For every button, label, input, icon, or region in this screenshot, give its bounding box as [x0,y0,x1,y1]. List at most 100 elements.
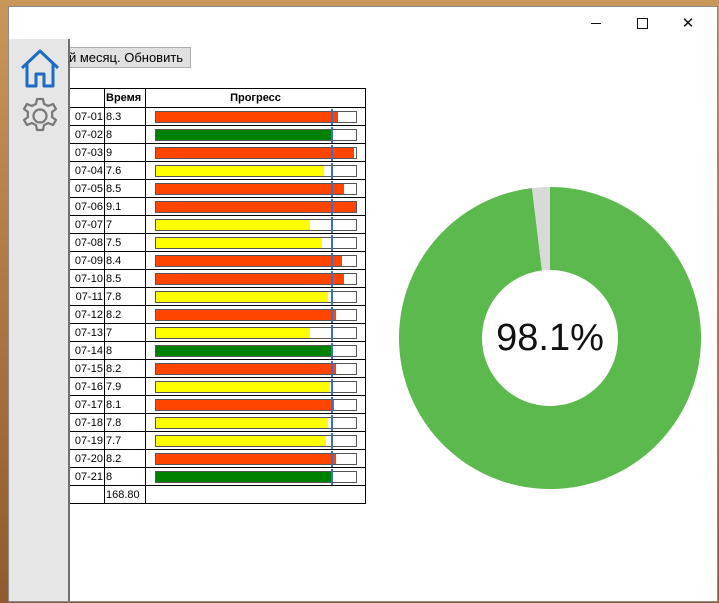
cell-progress [145,125,366,144]
table-row[interactable]: 07-06 9.1 [44,197,366,216]
table-row[interactable]: 07-11 7.8 [44,287,366,306]
cell-progress [145,269,366,288]
progress-fill [156,291,328,302]
progress-bar [155,342,357,359]
progress-bar [155,378,357,395]
table-row[interactable]: 07-17 8.1 [44,395,366,414]
cell-progress [145,431,366,450]
cell-progress [145,161,366,180]
progress-fill [156,183,344,194]
table-row[interactable]: 07-18 7.8 [44,413,366,432]
progress-fill [156,147,354,158]
cell-progress [145,179,366,198]
progress-fill [156,201,356,212]
progress-fill [156,309,336,320]
sidebar-item-settings[interactable] [18,95,62,139]
footer-empty [145,485,366,504]
table-row[interactable]: 07-21 8 [44,467,366,486]
progress-fill [156,165,324,176]
cell-progress [145,449,366,468]
target-marker [331,324,333,341]
table-row[interactable]: 07-09 8.4 [44,251,366,270]
progress-bar [155,324,357,341]
table-row[interactable]: 07-14 8 [44,341,366,360]
progress-bar [155,234,357,251]
target-marker [331,108,333,125]
cell-time: 7.8 [104,287,146,306]
cell-progress [145,377,366,396]
progress-bar [155,360,357,377]
table-row[interactable]: 07-20 8.2 [44,449,366,468]
cell-time: 8 [104,125,146,144]
cell-time: 8.4 [104,251,146,270]
footer-total: 168.80 [104,485,146,504]
title-bar: ✕ [9,7,717,39]
progress-bar [155,162,357,179]
target-marker [331,378,333,395]
hours-table: ата Время Прогресс 07-018.307-02807-0390… [44,88,366,504]
close-icon: ✕ [681,15,695,32]
progress-bar [155,126,357,143]
progress-fill [156,453,336,464]
cell-progress [145,215,366,234]
header-time[interactable]: Время [104,88,146,108]
table-row[interactable]: 07-10 8.5 [44,269,366,288]
progress-fill [156,111,338,122]
cell-time: 7 [104,323,146,342]
minimize-icon [591,22,601,24]
table-row[interactable]: 07-13 7 [44,323,366,342]
cell-time: 8.5 [104,269,146,288]
cell-progress [145,233,366,252]
maximize-button[interactable] [619,7,665,39]
progress-bar [155,270,357,287]
table-row[interactable]: 07-12 8.2 [44,305,366,324]
app-window: ✕ щий месяц. Обновить ата Время Прогресс… [8,6,718,602]
table-row[interactable]: 07-19 7.7 [44,431,366,450]
cell-progress [145,107,366,126]
progress-bar [155,306,357,323]
progress-bar [155,252,357,269]
progress-bar [155,414,357,431]
maximize-icon [636,17,648,29]
table-row[interactable]: 07-01 8.3 [44,107,366,126]
progress-bar [155,216,357,233]
cell-progress [145,305,366,324]
table-row[interactable]: 07-02 8 [44,125,366,144]
table-row[interactable]: 07-08 7.5 [44,233,366,252]
progress-bar [155,450,357,467]
table-row[interactable]: 07-16 7.9 [44,377,366,396]
cell-progress [145,251,366,270]
table-footer-row: дн. 168.80 [44,485,366,504]
close-button[interactable]: ✕ [665,7,711,39]
sidebar-item-home[interactable] [18,46,62,90]
target-marker [331,450,333,467]
table-row[interactable]: 07-03 9 [44,143,366,162]
table-body: 07-01 8.3 07-02 8 07-03 9 07-04 7.6 07-05 8.5 07-0… [44,107,366,486]
cell-time: 8.3 [104,107,146,126]
target-marker [331,234,333,251]
progress-fill [156,417,328,428]
cell-progress [145,395,366,414]
target-marker [331,162,333,179]
cell-progress [145,197,366,216]
progress-bar [155,468,357,485]
table-row[interactable]: 07-07 7 [44,215,366,234]
progress-fill [156,273,344,284]
minimize-button[interactable] [573,7,619,39]
table-row[interactable]: 07-15 8.2 [44,359,366,378]
target-marker [331,468,333,485]
cell-progress [145,341,366,360]
gear-icon [22,97,58,132]
header-progress[interactable]: Прогресс [145,88,366,108]
table-row[interactable]: 07-04 7.6 [44,161,366,180]
table-row[interactable]: 07-05 8.5 [44,179,366,198]
target-marker [331,288,333,305]
cell-progress [145,323,366,342]
progress-bar [155,144,357,161]
home-icon [20,49,60,88]
progress-fill [156,129,332,140]
target-marker [331,414,333,431]
progress-donut-chart: 98.1% [399,187,701,489]
progress-fill [156,237,322,248]
cell-time: 7.6 [104,161,146,180]
